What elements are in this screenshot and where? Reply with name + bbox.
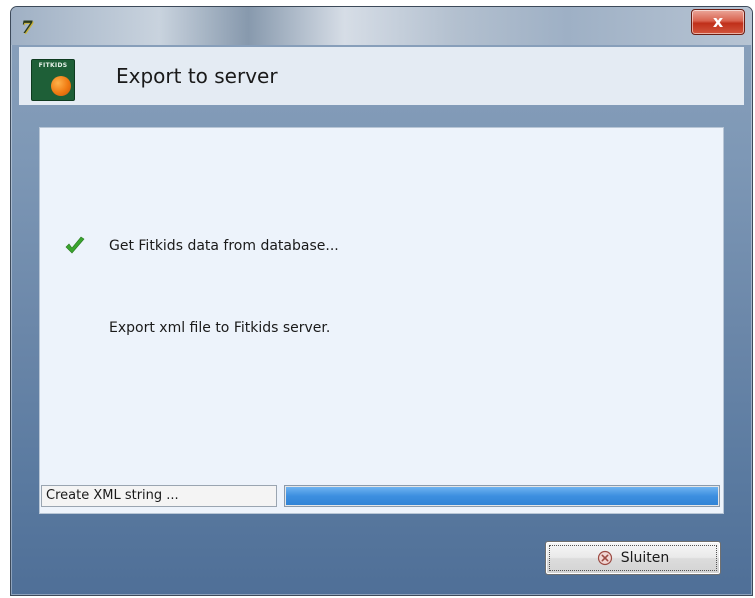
basketball-icon [51,76,71,96]
sluiten-button[interactable]: Sluiten [545,541,721,575]
progress-bar [284,485,720,507]
progress-panel: Get Fitkids data from database... Export… [39,127,724,514]
checkmark-icon [65,236,85,254]
page-title: Export to server [116,64,278,88]
status-text: Create XML string ... [41,485,277,507]
sluiten-button-label: Sluiten [620,550,670,566]
fitkids-logo-icon: FITKIDS [31,59,75,101]
progress-bar-fill [286,487,718,505]
cancel-circle-icon [597,550,612,566]
logo-text: FITKIDS [38,62,68,69]
sluiten-focus-ring: Sluiten [549,545,717,571]
app-icon: 7 [21,18,33,38]
title-bar[interactable]: 7 x [11,7,752,45]
step-get-data: Get Fitkids data from database... [109,238,339,254]
close-button[interactable]: x [691,9,745,35]
step-export-xml: Export xml file to Fitkids server. [109,320,331,336]
dialog-header: FITKIDS Export to server [19,47,744,105]
export-dialog-window: 7 x FITKIDS Export to server Get Fitkids… [10,6,753,596]
